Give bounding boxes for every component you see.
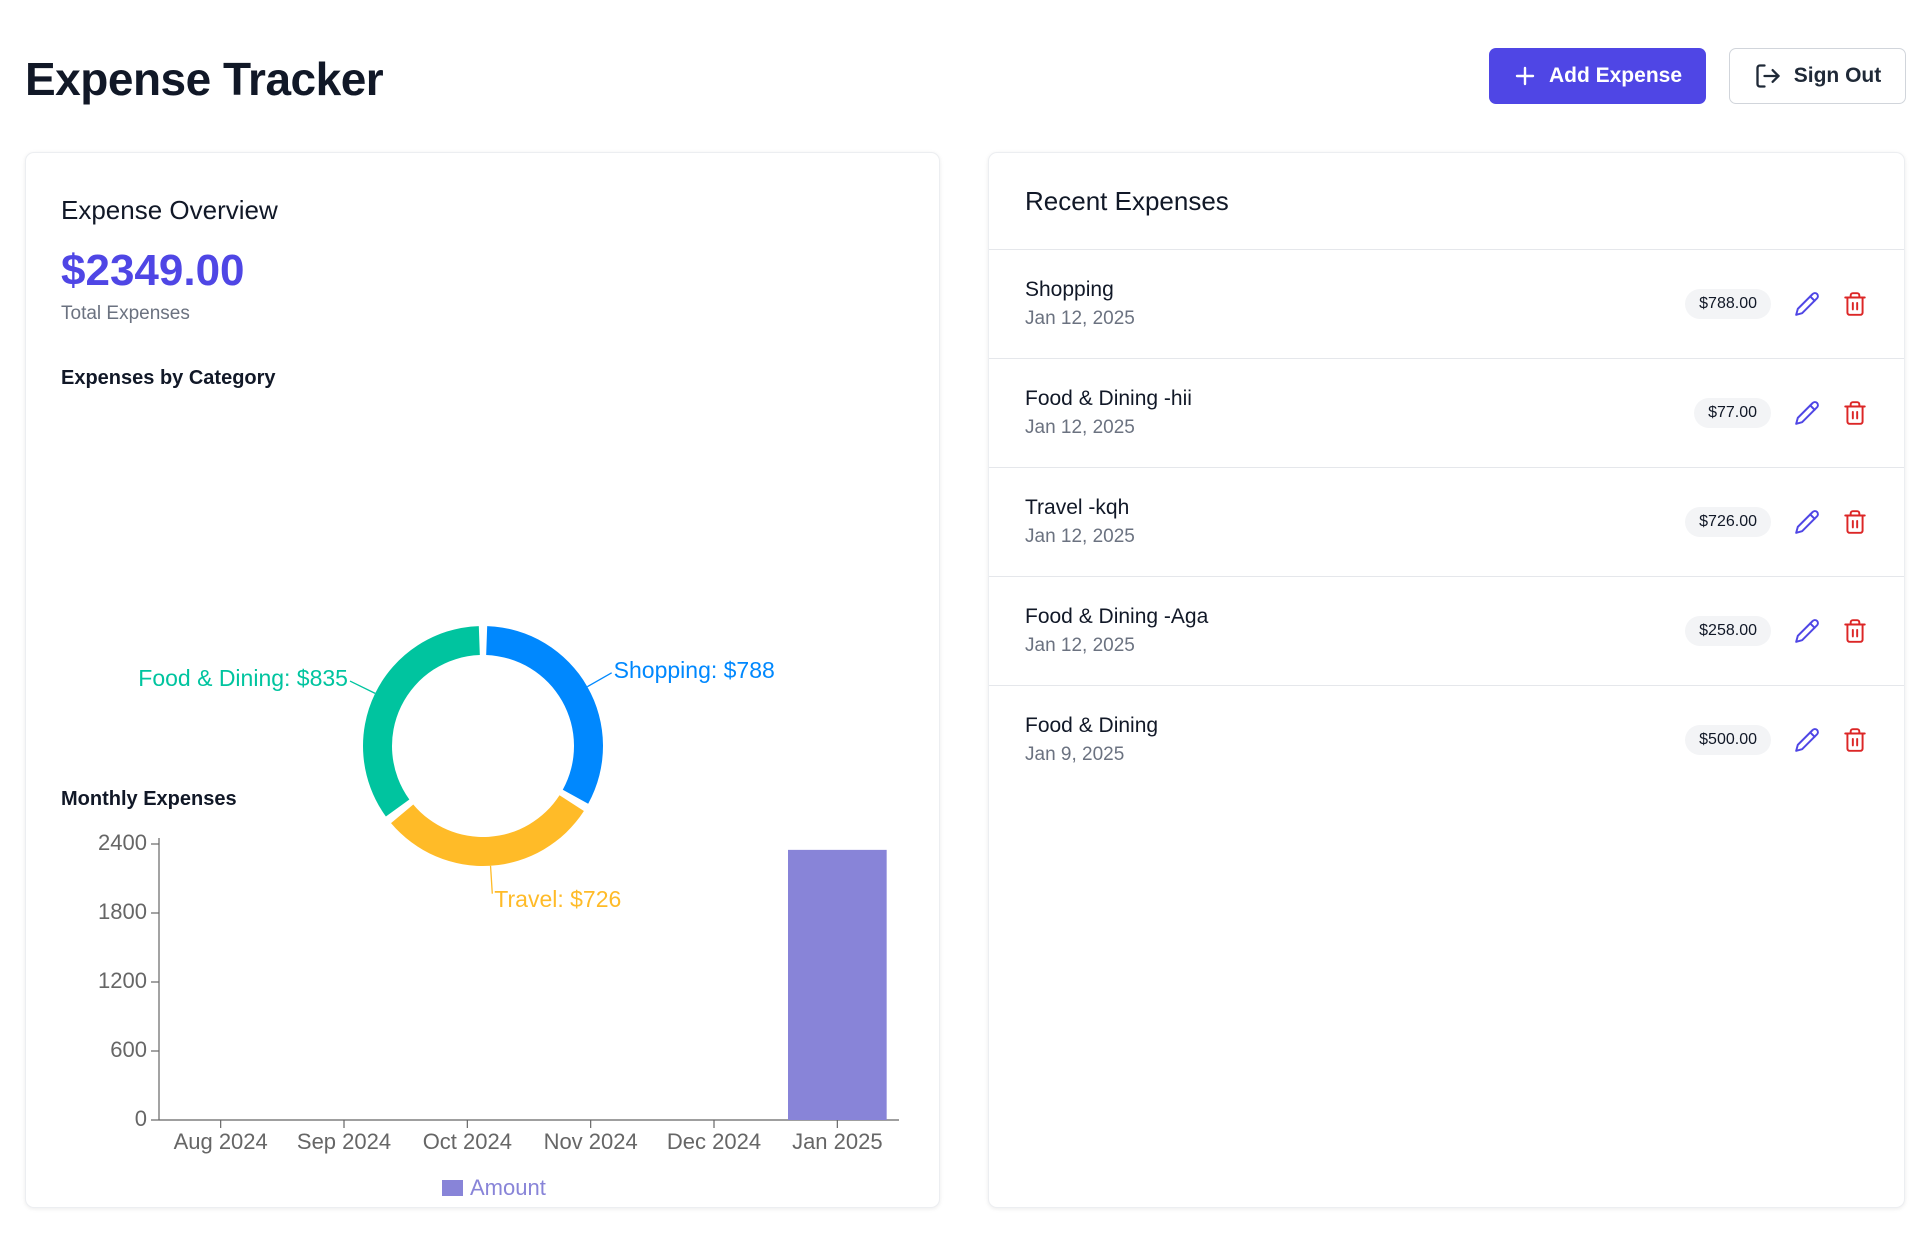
expense-name: Food & Dining -hii <box>1025 387 1192 410</box>
expense-list: Shopping Jan 12, 2025 $788.00 Food & Dining… <box>989 250 1904 795</box>
edit-expense-button[interactable] <box>1794 618 1820 644</box>
expense-amount-badge: $788.00 <box>1685 289 1771 319</box>
trash-icon <box>1844 510 1866 534</box>
monthly-bar-svg: 0 600 1200 1800 2400 Aug 2024 Sep 2024 Oct 2024… <box>98 830 899 1200</box>
edit-expense-button[interactable] <box>1794 400 1820 426</box>
expense-date: Jan 12, 2025 <box>1025 417 1135 438</box>
edit-expense-button[interactable] <box>1794 727 1820 753</box>
total-label: Total Expenses <box>61 303 190 324</box>
category-chart-title: Expenses by Category <box>61 367 276 389</box>
delete-expense-button[interactable] <box>1842 291 1868 317</box>
expense-date: Jan 12, 2025 <box>1025 308 1135 329</box>
app-title: Expense Tracker <box>25 53 384 105</box>
delete-expense-button[interactable] <box>1842 727 1868 753</box>
monthly-chart-title: Monthly Expenses <box>61 788 237 810</box>
monthly-bar-chart: 0 600 1200 1800 2400 Aug 2024 Sep 2024 Oct 2024… <box>26 819 941 1209</box>
expense-row: Food & Dining Jan 9, 2025 $500.00 <box>989 686 1904 795</box>
y-tick-label: 2400 <box>98 830 147 855</box>
trash-icon <box>1844 619 1866 643</box>
bar-jan-2025 <box>788 849 887 1120</box>
y-tick-label: 0 <box>135 1106 147 1131</box>
y-tick-label: 600 <box>110 1037 147 1062</box>
pie-label-leader <box>587 672 612 688</box>
plus-icon <box>1513 64 1537 88</box>
chart-legend: Amount <box>442 1175 546 1200</box>
expense-name: Travel -kqh <box>1025 496 1130 519</box>
expense-overview-card: Expense Overview $2349.00 Total Expenses… <box>25 152 940 1208</box>
expense-row: Food & Dining -Aga Jan 12, 2025 $258.00 <box>989 577 1904 686</box>
y-tick-label: 1200 <box>98 968 147 993</box>
pencil-icon <box>1795 510 1819 534</box>
x-tick-label: Jan 2025 <box>792 1129 883 1154</box>
legend-swatch <box>442 1180 463 1196</box>
pencil-icon <box>1795 728 1819 752</box>
pencil-icon <box>1795 292 1819 316</box>
pie-slice-shopping <box>486 626 603 804</box>
delete-expense-button[interactable] <box>1842 618 1868 644</box>
log-out-icon <box>1754 62 1782 90</box>
expense-row: Food & Dining -hii Jan 12, 2025 $77.00 <box>989 359 1904 468</box>
expense-date: Jan 12, 2025 <box>1025 526 1135 547</box>
trash-icon <box>1844 728 1866 752</box>
expense-amount-badge: $500.00 <box>1685 725 1771 755</box>
x-tick-label: Nov 2024 <box>544 1129 638 1154</box>
x-tick-label: Sep 2024 <box>297 1129 391 1154</box>
delete-expense-button[interactable] <box>1842 400 1868 426</box>
pie-label: Shopping: $788 <box>614 657 775 683</box>
expense-date: Jan 9, 2025 <box>1025 744 1125 765</box>
expense-name: Shopping <box>1025 278 1114 301</box>
pie-label-leader <box>349 680 376 694</box>
expense-date: Jan 12, 2025 <box>1025 635 1135 656</box>
app-header: Expense Tracker Add Expense Sign Out <box>0 0 1920 150</box>
delete-expense-button[interactable] <box>1842 509 1868 535</box>
x-tick-label: Aug 2024 <box>174 1129 268 1154</box>
expense-name: Food & Dining -Aga <box>1025 605 1209 628</box>
expense-amount-badge: $77.00 <box>1694 398 1771 428</box>
add-expense-label: Add Expense <box>1548 64 1683 87</box>
recent-expenses-card: Recent Expenses Shopping Jan 12, 2025 $788… <box>988 152 1905 1208</box>
add-expense-button[interactable]: Add Expense <box>1489 48 1706 104</box>
trash-icon <box>1844 401 1866 425</box>
legend-label: Amount <box>470 1175 546 1200</box>
edit-expense-button[interactable] <box>1794 509 1820 535</box>
overview-title: Expense Overview <box>61 195 278 225</box>
edit-expense-button[interactable] <box>1794 291 1820 317</box>
pie-slice-food-dining <box>363 626 480 817</box>
x-tick-label: Dec 2024 <box>667 1129 761 1154</box>
expense-name: Food & Dining <box>1025 714 1159 737</box>
pie-label: Food & Dining: $835 <box>138 665 348 691</box>
expense-amount-badge: $726.00 <box>1685 507 1771 537</box>
pencil-icon <box>1795 401 1819 425</box>
recent-expenses-title: Recent Expenses <box>1025 186 1229 216</box>
expense-amount-badge: $258.00 <box>1685 616 1771 646</box>
y-tick-label: 1800 <box>98 899 147 924</box>
x-tick-label: Oct 2024 <box>423 1129 512 1154</box>
expense-row: Shopping Jan 12, 2025 $788.00 <box>989 250 1904 359</box>
trash-icon <box>1844 292 1866 316</box>
total-amount: $2349.00 <box>61 246 245 295</box>
pencil-icon <box>1795 619 1819 643</box>
expense-row: Travel -kqh Jan 12, 2025 $726.00 <box>989 468 1904 577</box>
sign-out-label: Sign Out <box>1793 64 1882 87</box>
sign-out-button[interactable]: Sign Out <box>1729 48 1906 104</box>
